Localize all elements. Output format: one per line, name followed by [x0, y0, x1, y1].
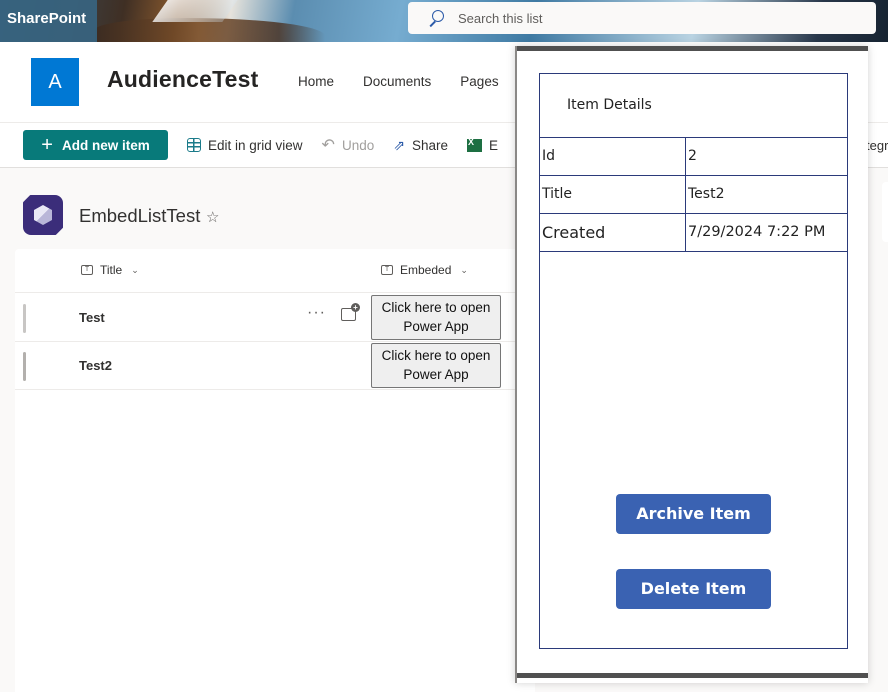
text-column-icon: T	[81, 265, 93, 275]
row-title[interactable]: Test2	[79, 358, 112, 373]
list-icon	[23, 195, 63, 235]
plus-icon: +	[41, 134, 53, 156]
cube-icon	[34, 205, 52, 225]
field-value: 2	[688, 148, 697, 164]
search-input[interactable]	[458, 10, 838, 26]
export-excel-button[interactable]: E	[467, 137, 499, 153]
field-row-title: Title Test2	[540, 176, 847, 214]
site-title[interactable]: AudienceTest	[107, 66, 259, 93]
sharepoint-page: SharePoint A AudienceTest Home Documents…	[0, 0, 888, 692]
undo-label: Undo	[341, 137, 375, 153]
chevron-down-icon: ⌄	[131, 264, 139, 275]
list-title[interactable]: EmbedListTest	[79, 205, 200, 227]
open-power-app-button[interactable]: Click here to open Power App	[371, 295, 501, 340]
edit-grid-view-button[interactable]: Edit in grid view	[187, 138, 303, 153]
integrate-truncated[interactable]: tegr	[866, 138, 888, 153]
row-select-handle[interactable]	[23, 352, 26, 381]
right-edge-partial: tegr	[866, 122, 888, 692]
search-box[interactable]	[408, 2, 876, 34]
add-new-item-button[interactable]: + Add new item	[23, 130, 168, 160]
item-details-form: Item Details Id 2 Title Test2 Created 7/…	[539, 73, 848, 649]
suite-bar: SharePoint	[0, 0, 888, 42]
site-nav: Home Documents Pages	[298, 74, 499, 89]
power-app-callout: Item Details Id 2 Title Test2 Created 7/…	[515, 46, 868, 683]
grid-icon	[187, 138, 201, 152]
column-header-embeded[interactable]: T Embeded ⌄	[381, 263, 468, 277]
favorite-star-icon[interactable]: ☆	[206, 208, 219, 226]
delete-item-button[interactable]: Delete Item	[616, 569, 771, 609]
share-icon: ⇗	[393, 136, 405, 153]
chevron-down-icon: ⌄	[460, 264, 468, 275]
text-column-icon: T	[381, 265, 393, 275]
site-logo[interactable]: A	[31, 58, 79, 106]
partial-card	[882, 182, 888, 242]
edit-grid-view-label: Edit in grid view	[208, 137, 303, 153]
field-label: Title	[540, 176, 686, 213]
open-power-app-button[interactable]: Click here to open Power App	[371, 343, 501, 388]
field-label: Created	[540, 214, 686, 251]
nav-home[interactable]: Home	[298, 74, 334, 89]
more-options-icon[interactable]: ···	[307, 304, 326, 322]
form-header: Item Details	[540, 74, 847, 138]
undo-icon: ↶	[321, 137, 335, 154]
add-new-item-label: Add new item	[61, 137, 150, 153]
field-label: Id	[540, 138, 686, 175]
field-row-id: Id 2	[540, 138, 847, 176]
field-value: 7/29/2024 7:22 PM	[688, 224, 826, 240]
panel-top-bar	[517, 46, 868, 51]
column-embeded-label: Embeded	[400, 263, 452, 277]
table-row[interactable]: Test ··· Click here to open Power App	[15, 294, 535, 342]
panel-bottom-bar	[517, 673, 868, 678]
list-view: T Title ⌄ T Embeded ⌄ Test ··· Click her…	[15, 249, 535, 692]
field-value: Test2	[688, 186, 725, 202]
excel-icon	[467, 137, 482, 152]
row-select-handle[interactable]	[23, 304, 26, 333]
column-header-title[interactable]: T Title ⌄	[81, 263, 139, 277]
share-button[interactable]: ⇗ Share	[393, 137, 448, 154]
table-row[interactable]: Test2 Click here to open Power App	[15, 342, 535, 390]
archive-item-button[interactable]: Archive Item	[616, 494, 771, 534]
row-title[interactable]: Test	[79, 310, 105, 325]
add-comment-icon[interactable]	[341, 303, 360, 321]
export-label: E	[489, 137, 499, 153]
search-icon	[428, 10, 444, 26]
share-label: Share	[411, 137, 448, 153]
field-row-created: Created 7/29/2024 7:22 PM	[540, 214, 847, 252]
column-header-row: T Title ⌄ T Embeded ⌄	[15, 249, 535, 293]
nav-pages[interactable]: Pages	[460, 74, 498, 89]
sharepoint-brand[interactable]: SharePoint	[0, 0, 97, 42]
column-title-label: Title	[100, 263, 123, 277]
nav-documents[interactable]: Documents	[363, 74, 431, 89]
undo-button[interactable]: ↶ Undo	[322, 135, 375, 155]
